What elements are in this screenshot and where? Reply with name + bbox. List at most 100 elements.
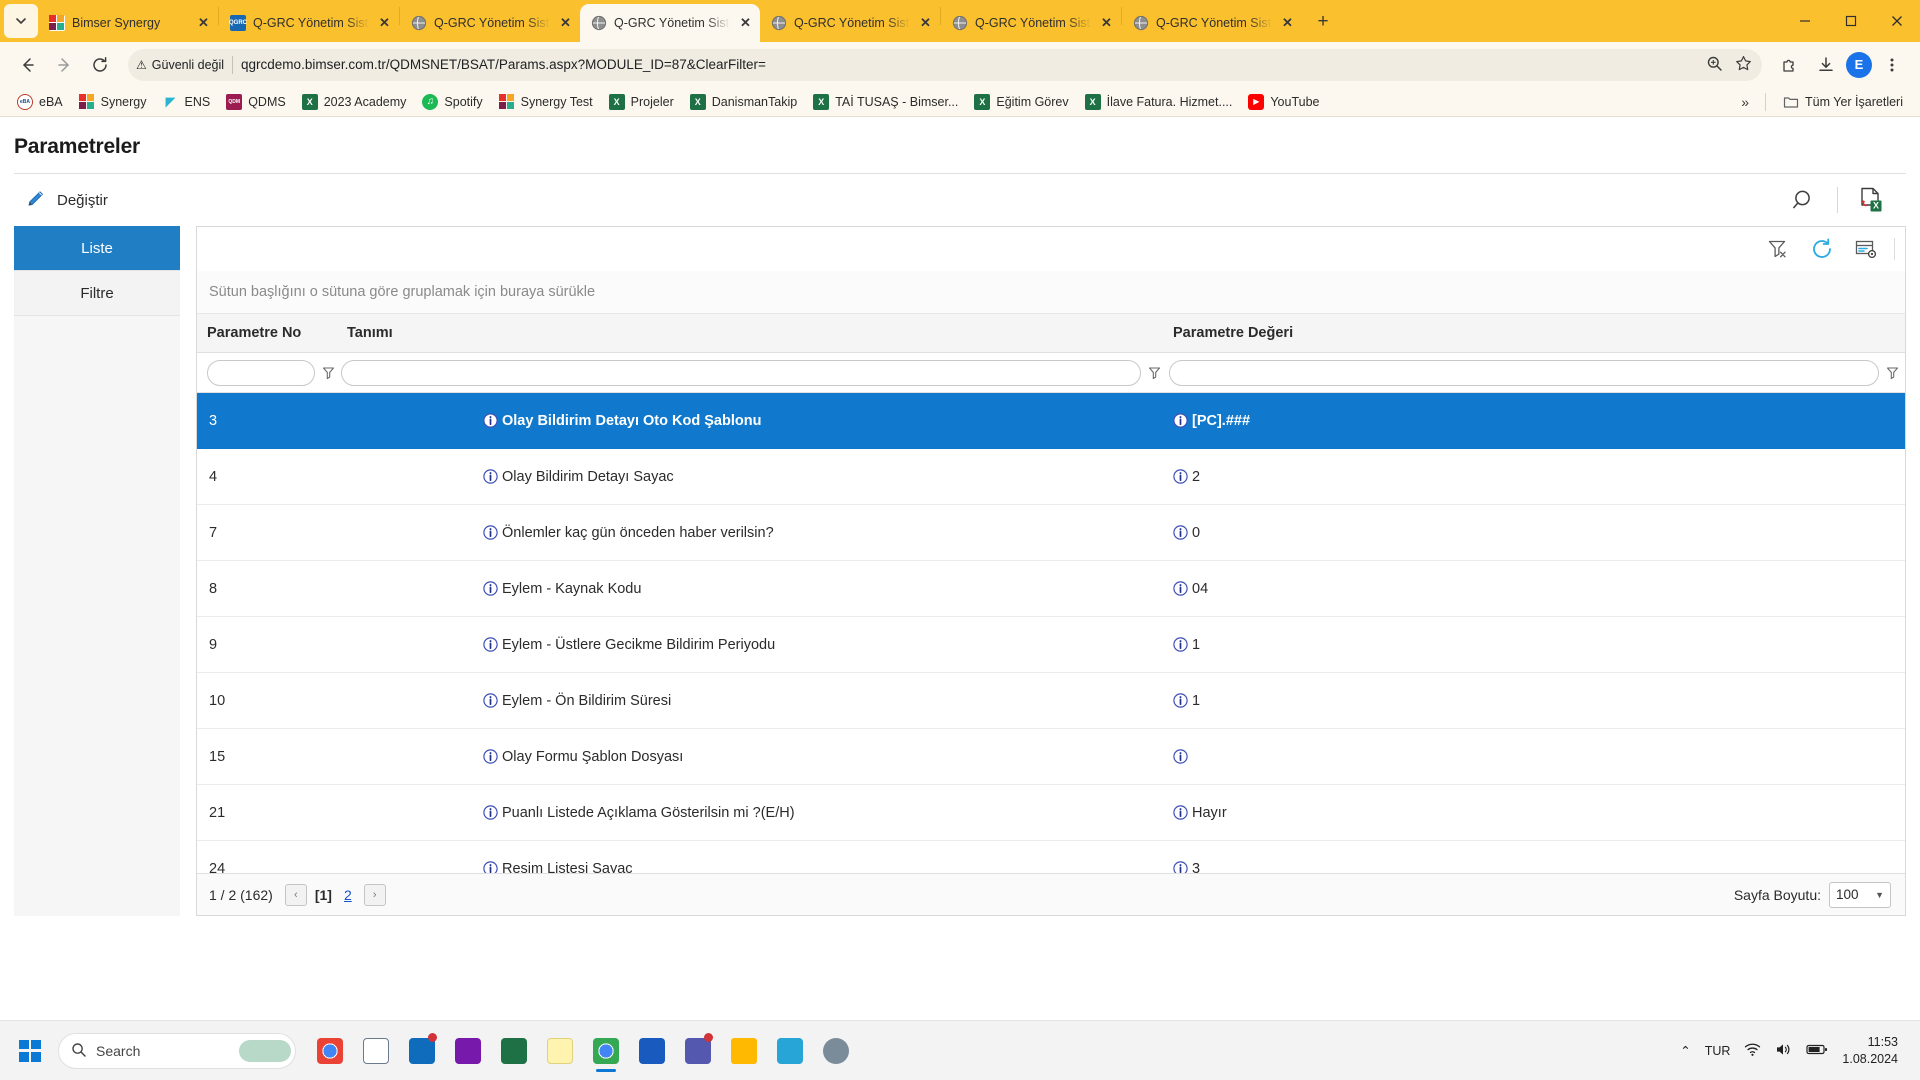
- close-icon[interactable]: ✕: [1279, 15, 1296, 32]
- wifi-icon[interactable]: [1744, 1042, 1761, 1060]
- security-status[interactable]: ⚠ Güvenli değil: [136, 58, 224, 72]
- filter-input-parametre-no[interactable]: [207, 359, 315, 386]
- info-icon[interactable]: [1173, 413, 1188, 428]
- filter-funnel-icon[interactable]: [319, 366, 337, 380]
- bookmark-item[interactable]: YouTube: [1241, 91, 1326, 113]
- task-view-icon[interactable]: [354, 1027, 398, 1075]
- info-icon[interactable]: [483, 805, 498, 820]
- info-icon[interactable]: [483, 637, 498, 652]
- volume-icon[interactable]: [1775, 1042, 1792, 1060]
- settings-icon[interactable]: [814, 1027, 858, 1075]
- minimize-button[interactable]: [1782, 0, 1828, 42]
- browser-tab[interactable]: QGRC Q-GRC Yönetim Siste ✕: [219, 4, 399, 42]
- pager-prev-button[interactable]: ‹: [284, 883, 307, 906]
- store-icon[interactable]: [768, 1027, 812, 1075]
- table-row[interactable]: 7 Önlemler kaç gün önceden haber verilsi…: [197, 505, 1905, 561]
- column-header-parametre-no[interactable]: Parametre No: [197, 325, 337, 341]
- tab-search-button[interactable]: [4, 4, 38, 38]
- bookmark-item[interactable]: eBA: [10, 91, 70, 113]
- teams-icon[interactable]: [676, 1027, 720, 1075]
- info-icon[interactable]: [1173, 805, 1188, 820]
- bookmark-item[interactable]: Eğitim Görev: [967, 91, 1075, 113]
- search-magnifier-icon[interactable]: [1777, 180, 1831, 220]
- bookmark-item[interactable]: Spotify: [415, 91, 489, 113]
- copilot-swirl-icon[interactable]: [239, 1039, 291, 1062]
- url-text[interactable]: qgrcdemo.bimser.com.tr/QDMSNET/BSAT/Para…: [241, 57, 1698, 72]
- maximize-button[interactable]: [1828, 0, 1874, 42]
- bookmark-item[interactable]: ENS: [156, 91, 218, 113]
- excel-icon[interactable]: [492, 1027, 536, 1075]
- filter-funnel-icon[interactable]: [1883, 366, 1901, 380]
- sticky-notes-icon[interactable]: [538, 1027, 582, 1075]
- info-icon[interactable]: [483, 413, 498, 428]
- back-button[interactable]: [12, 49, 44, 81]
- onenote-icon[interactable]: [446, 1027, 490, 1075]
- close-icon[interactable]: ✕: [917, 15, 934, 32]
- chrome-icon-2[interactable]: [584, 1027, 628, 1075]
- info-icon[interactable]: [1173, 637, 1188, 652]
- download-arrow-icon[interactable]: [1810, 49, 1842, 81]
- address-bar[interactable]: ⚠ Güvenli değil qgrcdemo.bimser.com.tr/Q…: [128, 48, 1762, 81]
- three-dot-menu-icon[interactable]: [1876, 49, 1908, 81]
- bookmark-item[interactable]: 2023 Academy: [295, 91, 414, 113]
- column-header-parametre-degeri[interactable]: Parametre Değeri: [1163, 325, 1905, 341]
- new-tab-button[interactable]: +: [1308, 7, 1338, 37]
- bookmark-item[interactable]: DanismanTakip: [683, 91, 804, 113]
- info-icon[interactable]: [1173, 861, 1188, 873]
- edit-button[interactable]: Değiştir: [26, 188, 108, 213]
- info-icon[interactable]: [483, 581, 498, 596]
- info-icon[interactable]: [483, 861, 498, 873]
- table-row[interactable]: 21 Puanlı Listede Açıklama Gösterilsin m…: [197, 785, 1905, 841]
- double-chevron-right-icon[interactable]: »: [1735, 94, 1755, 110]
- bookmark-item[interactable]: İlave Fatura. Hizmet....: [1078, 91, 1240, 113]
- all-bookmarks-button[interactable]: Tüm Yer İşaretleri: [1776, 91, 1910, 113]
- refresh-icon[interactable]: [1802, 232, 1842, 266]
- bookmark-item[interactable]: Projeler: [602, 91, 681, 113]
- sidebar-item-filtre[interactable]: Filtre: [14, 271, 180, 316]
- battery-icon[interactable]: [1806, 1043, 1828, 1059]
- info-icon[interactable]: [483, 469, 498, 484]
- info-icon[interactable]: [1173, 469, 1188, 484]
- taskbar-search-input[interactable]: Search: [58, 1032, 296, 1069]
- language-indicator[interactable]: TUR: [1705, 1044, 1731, 1058]
- page-size-select[interactable]: 100 ▼: [1829, 881, 1891, 908]
- word-icon[interactable]: [630, 1027, 674, 1075]
- table-row[interactable]: 15 Olay Formu Şablon Dosyası: [197, 729, 1905, 785]
- browser-tab[interactable]: Bimser Synergy ✕: [38, 4, 218, 42]
- bookmark-item[interactable]: QDMS: [219, 91, 293, 113]
- close-icon[interactable]: ✕: [557, 15, 574, 32]
- star-icon[interactable]: [1735, 55, 1752, 75]
- bookmark-item[interactable]: TAİ TUSAŞ - Bimser...: [806, 91, 965, 113]
- table-row[interactable]: 3 Olay Bildirim Detayı Oto Kod Şablonu […: [197, 393, 1905, 449]
- info-icon[interactable]: [483, 693, 498, 708]
- close-window-button[interactable]: [1874, 0, 1920, 42]
- filter-input-tanimi[interactable]: [341, 359, 1141, 386]
- close-icon[interactable]: ✕: [1098, 15, 1115, 32]
- extensions-puzzle-icon[interactable]: [1774, 49, 1806, 81]
- table-row[interactable]: 8 Eylem - Kaynak Kodu 04: [197, 561, 1905, 617]
- info-icon[interactable]: [483, 749, 498, 764]
- filter-funnel-icon[interactable]: [1145, 366, 1163, 380]
- group-drop-hint[interactable]: Sütun başlığını o sütuna göre gruplamak …: [197, 271, 1905, 313]
- reload-button[interactable]: [84, 49, 116, 81]
- filter-input-parametre-degeri[interactable]: [1169, 359, 1879, 386]
- bookmark-item[interactable]: Synergy Test: [492, 91, 600, 113]
- taskbar-clock[interactable]: 11:53 1.08.2024: [1842, 1034, 1898, 1068]
- browser-tab[interactable]: Q-GRC Yönetim Siste ✕: [1122, 4, 1302, 42]
- close-icon[interactable]: ✕: [195, 15, 212, 32]
- sidebar-item-liste[interactable]: Liste: [14, 226, 180, 271]
- column-settings-icon[interactable]: [1846, 232, 1886, 266]
- pager-page-2-link[interactable]: 2: [344, 887, 352, 903]
- table-row[interactable]: 10 Eylem - Ön Bildirim Süresi 1: [197, 673, 1905, 729]
- browser-tab[interactable]: Q-GRC Yönetim Siste ✕: [760, 4, 940, 42]
- outlook-icon[interactable]: [400, 1027, 444, 1075]
- profile-avatar[interactable]: E: [1846, 51, 1872, 78]
- zoom-magnifier-icon[interactable]: [1706, 55, 1723, 75]
- info-icon[interactable]: [1173, 693, 1188, 708]
- info-icon[interactable]: [1173, 525, 1188, 540]
- table-row[interactable]: 24 Resim Listesi Sayaç 3: [197, 841, 1905, 873]
- close-icon[interactable]: ✕: [737, 15, 754, 32]
- browser-tab[interactable]: Q-GRC Yönetim Siste ✕: [941, 4, 1121, 42]
- browser-tab-active[interactable]: Q-GRC Yönetim Siste ✕: [580, 4, 760, 42]
- forward-button[interactable]: [48, 49, 80, 81]
